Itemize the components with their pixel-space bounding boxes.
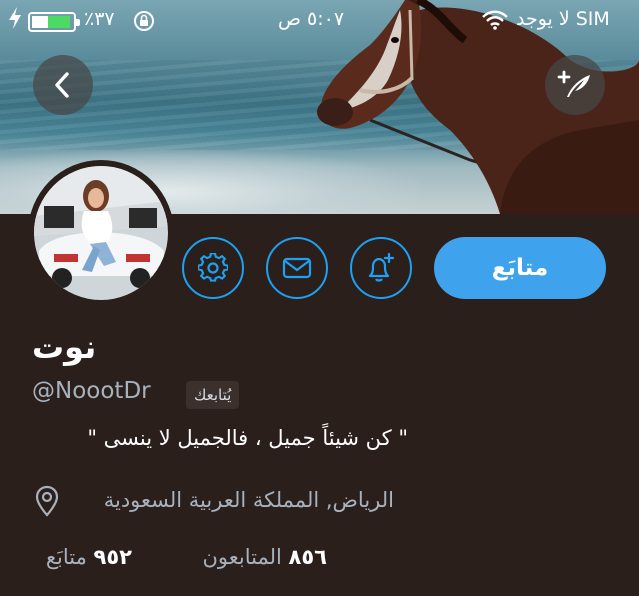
profile-bio: " كن شيئاً جميل ، فالجميل لا ينسى " — [87, 426, 408, 450]
following-button[interactable]: متابَع — [434, 237, 606, 299]
followers-count: ٨٥٦ — [288, 545, 327, 569]
carrier-label: لا يوجد SIM — [516, 8, 610, 30]
username-handle: @NoootDr — [32, 378, 151, 404]
following-label: متابَع — [45, 545, 87, 569]
avatar-photo — [34, 166, 168, 300]
envelope-icon — [282, 257, 312, 279]
follows-you-badge: يُتابعك — [186, 381, 240, 409]
compose-button[interactable] — [545, 55, 605, 115]
battery-icon — [28, 12, 80, 32]
settings-button[interactable] — [182, 237, 244, 299]
feather-plus-icon — [557, 70, 590, 97]
location-pin-icon — [34, 485, 60, 521]
bell-plus-icon — [368, 252, 395, 282]
followers-label: المتابعون — [202, 545, 282, 569]
message-button[interactable] — [266, 237, 328, 299]
rotation-lock-icon — [133, 10, 155, 37]
followers-stat[interactable]: ٨٥٦ المتابعون — [203, 545, 328, 569]
wifi-icon — [482, 10, 508, 35]
avatar[interactable] — [28, 160, 174, 306]
battery-percent: ٪٣٧ — [84, 8, 115, 30]
following-stat[interactable]: ٩٥٢ متابَع — [46, 545, 132, 569]
gear-icon — [198, 253, 228, 282]
chevron-left-icon — [55, 72, 69, 98]
status-time: ٥:٠٧ ص — [278, 8, 345, 30]
back-button[interactable] — [33, 55, 93, 115]
notifications-button[interactable] — [350, 237, 412, 299]
display-name: نوت — [32, 328, 97, 366]
status-bar: ٪٣٧ ٥:٠٧ ص لا يوجد SIM — [0, 4, 639, 36]
profile-location: الرياض, المملكة العربية السعودية — [103, 488, 394, 512]
charging-icon — [8, 6, 22, 35]
following-count: ٩٥٢ — [93, 545, 132, 569]
